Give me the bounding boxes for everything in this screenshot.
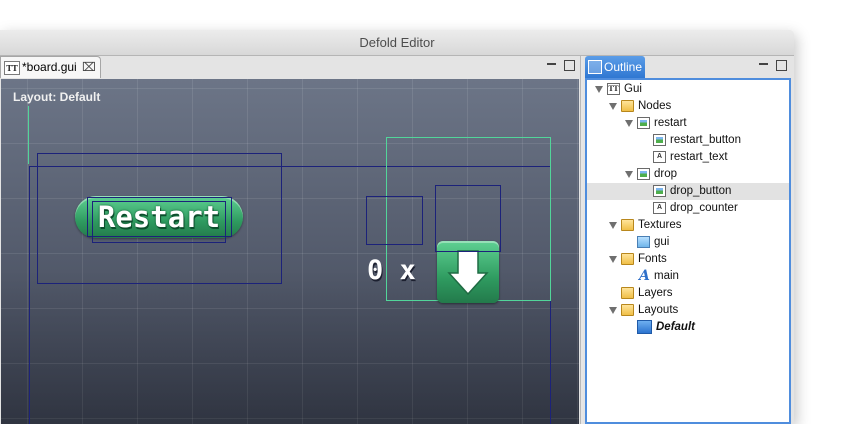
tree-item-drop-button[interactable]: drop_button [587,183,789,200]
expand-arrow-icon[interactable] [625,120,633,127]
tab-board-gui[interactable]: TT *board.gui ⌧ [0,56,101,78]
tree-item-label: restart_text [670,151,728,163]
tree-item-label: drop_counter [670,202,738,214]
text-node-icon: A [653,151,666,163]
tree-item-label: Default [656,321,695,333]
layout-icon [637,320,652,334]
image-node-icon [637,117,650,129]
tree-item-label: restart [654,117,687,129]
drop-counter-bounds [366,196,423,245]
folder-icon [621,253,634,265]
tree-item-nodes[interactable]: Nodes [587,98,789,115]
texture-icon [637,236,650,248]
outline-panel: Outline TT Gui Nodes restart restart_but… [583,56,794,424]
expand-arrow-icon[interactable] [609,103,617,110]
expand-arrow-icon[interactable] [609,222,617,229]
tree-item-label: Textures [638,219,682,231]
folder-icon [621,100,634,112]
window-title: Defold Editor [359,35,435,50]
tree-item-fonts[interactable]: Fonts [587,251,789,268]
minimize-editor-button[interactable] [547,60,556,65]
tab-outline[interactable]: Outline [585,56,645,78]
expand-arrow-icon[interactable] [595,86,603,93]
gui-icon: TT [607,83,620,95]
tree-item-label: Nodes [638,100,672,112]
tree-item-font-main[interactable]: A main [587,268,789,285]
tree-item-drop-counter[interactable]: A drop_counter [587,200,789,217]
tree-item-label: gui [654,236,670,248]
image-node-icon [653,134,666,146]
image-node-icon [653,185,666,197]
outline-icon [588,60,602,74]
text-node-icon: A [653,202,666,214]
tree-item-label: Layouts [638,304,679,316]
folder-icon [621,219,634,231]
scene-canvas[interactable]: Layout: Default Restart 0 x [1,79,579,424]
gui-file-icon: TT [4,61,20,75]
drop-button-bounds [435,185,501,252]
layout-label: Layout: Default [13,90,101,104]
outline-tab-label: Outline [604,60,643,74]
tree-item-label: drop_button [670,185,732,197]
drop-counter-text: 0 x [367,255,416,286]
drop-counter[interactable]: 0 x [367,249,425,293]
folder-icon [621,287,634,299]
expand-arrow-icon[interactable] [625,171,633,178]
tree-item-label: Fonts [638,253,667,265]
window-titlebar: Defold Editor [0,30,794,56]
maximize-editor-button[interactable] [564,60,575,71]
tree-item-textures[interactable]: Textures [587,217,789,234]
editor-window: Defold Editor TT *board.gui ⌧ Layout: De… [0,30,794,424]
tree-item-label: Gui [624,83,642,95]
expand-arrow-icon[interactable] [609,307,617,314]
tree-item-layers[interactable]: Layers [587,285,789,302]
tree-item-texture-gui[interactable]: gui [587,234,789,251]
maximize-outline-button[interactable] [776,60,787,71]
image-node-icon [637,168,650,180]
font-icon: A [639,268,650,284]
tree-item-restart-button[interactable]: restart_button [587,132,789,149]
close-icon[interactable]: ⌧ [82,57,96,78]
tree-item-restart[interactable]: restart [587,115,789,132]
tree-item-label: drop [654,168,678,180]
restart-text-bounds [92,201,226,243]
folder-icon [621,304,634,316]
tree-item-drop[interactable]: drop [587,166,789,183]
tree-item-layouts[interactable]: Layouts [587,302,789,319]
scene-editor-panel: TT *board.gui ⌧ Layout: Default Restart [0,56,581,424]
tree-item-label: main [654,270,679,282]
tree-item-layout-default[interactable]: Default [587,319,789,336]
selection-axis-line [28,106,29,164]
tree-item-label: restart_button [670,134,741,146]
tree-item-gui[interactable]: TT Gui [587,81,789,98]
expand-arrow-icon[interactable] [609,256,617,263]
outline-tree[interactable]: TT Gui Nodes restart restart_button A re… [585,78,791,424]
tab-label: *board.gui [22,60,77,74]
minimize-outline-button[interactable] [759,60,768,65]
tree-item-restart-text[interactable]: A restart_text [587,149,789,166]
tree-item-label: Layers [638,287,673,299]
